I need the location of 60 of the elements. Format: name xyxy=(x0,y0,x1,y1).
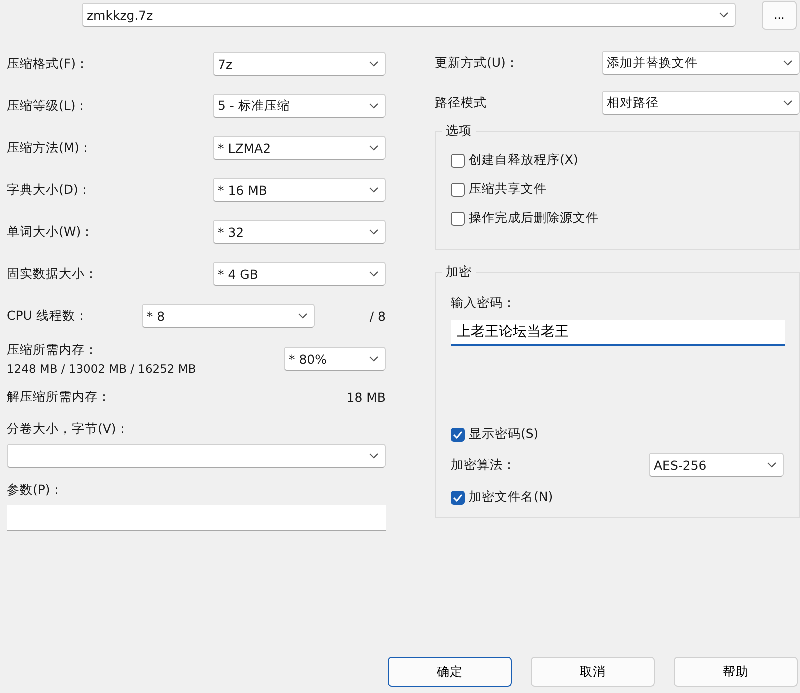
dropdown-caret-icon xyxy=(783,100,793,106)
browse-button[interactable]: ... xyxy=(762,0,797,30)
dropdown[interactable]: 添加并替换文件 xyxy=(602,51,800,75)
checkbox-label: 显示密码(S) xyxy=(469,426,539,443)
field-label: CPU 线程数： xyxy=(7,308,88,324)
dropdown-caret-icon xyxy=(369,145,379,151)
dropdown-caret-icon xyxy=(369,453,379,459)
dropdown-caret-icon xyxy=(369,187,379,193)
dropdown[interactable]: 相对路径 xyxy=(602,91,800,115)
dropdown-caret-icon xyxy=(298,313,308,319)
dropdown-caret-icon xyxy=(783,60,793,66)
checkbox-label: 操作完成后删除源文件 xyxy=(469,210,599,227)
checkbox[interactable] xyxy=(451,490,465,504)
field-label: 压缩等级(L)： xyxy=(7,98,89,114)
dropdown[interactable]: * 32 xyxy=(213,220,386,244)
field-label: 单词大小(W)： xyxy=(7,224,94,240)
group-title: 选项 xyxy=(442,123,476,140)
checkbox[interactable] xyxy=(451,212,465,226)
field-label: 分卷大小，字节(V)： xyxy=(7,421,130,438)
field-label: 固实数据大小： xyxy=(7,266,98,282)
dropdown[interactable]: * 80% xyxy=(284,347,386,371)
dropdown-caret-icon xyxy=(369,61,379,67)
dropdown[interactable]: 5 - 标准压缩 xyxy=(213,94,386,118)
dialog-button[interactable]: 帮助 xyxy=(674,657,798,687)
parameters-field[interactable] xyxy=(7,505,386,531)
password-field[interactable]: 上老王论坛当老王 xyxy=(451,320,785,346)
checkbox-label: 加密文件名(N) xyxy=(469,489,554,506)
field-label: 路径模式 xyxy=(435,94,487,112)
field-label: 解压缩所需内存： xyxy=(7,388,111,406)
dialog-button[interactable]: 取消 xyxy=(531,657,655,687)
dropdown-caret-icon xyxy=(767,462,777,468)
archive-name-combo[interactable]: zmkkzg.7z xyxy=(82,3,736,27)
checkbox-label: 创建自释放程序(X) xyxy=(469,152,578,169)
checkbox-label: 压缩共享文件 xyxy=(469,181,547,198)
checkbox[interactable] xyxy=(451,182,465,196)
dropdown[interactable]: * 4 GB xyxy=(213,262,386,286)
field-label: 更新方式(U)： xyxy=(435,54,519,72)
field-label: 压缩方法(M)： xyxy=(7,140,93,156)
dropdown[interactable]: * 8 xyxy=(142,304,315,328)
field-label: 压缩所需内存： xyxy=(7,342,99,359)
memory-value: 18 MB xyxy=(346,390,386,404)
dropdown[interactable]: AES-256 xyxy=(649,453,784,477)
field-label: 加密算法： xyxy=(451,456,516,474)
field-label: 输入密码： xyxy=(451,295,517,312)
field-label: 字典大小(D)： xyxy=(7,182,92,198)
dropdown-caret-icon xyxy=(719,12,729,18)
field-label: 参数(P)： xyxy=(7,482,64,499)
thread-max: / 8 xyxy=(370,308,386,324)
checkbox[interactable] xyxy=(451,428,465,442)
dropdown-caret-icon xyxy=(369,229,379,235)
dropdown-caret-icon xyxy=(369,103,379,109)
dropdown-caret-icon xyxy=(369,271,379,277)
memory-usage: 1248 MB / 13002 MB / 16252 MB xyxy=(7,362,196,376)
dialog-button[interactable]: 确定 xyxy=(388,657,512,687)
checkbox[interactable] xyxy=(451,154,465,168)
dropdown[interactable]: * 16 MB xyxy=(213,178,386,202)
dropdown[interactable]: 7z xyxy=(213,52,386,76)
field-label: 压缩格式(F)： xyxy=(7,56,89,72)
dropdown-caret-icon xyxy=(369,356,379,362)
dropdown[interactable]: * LZMA2 xyxy=(213,136,386,160)
